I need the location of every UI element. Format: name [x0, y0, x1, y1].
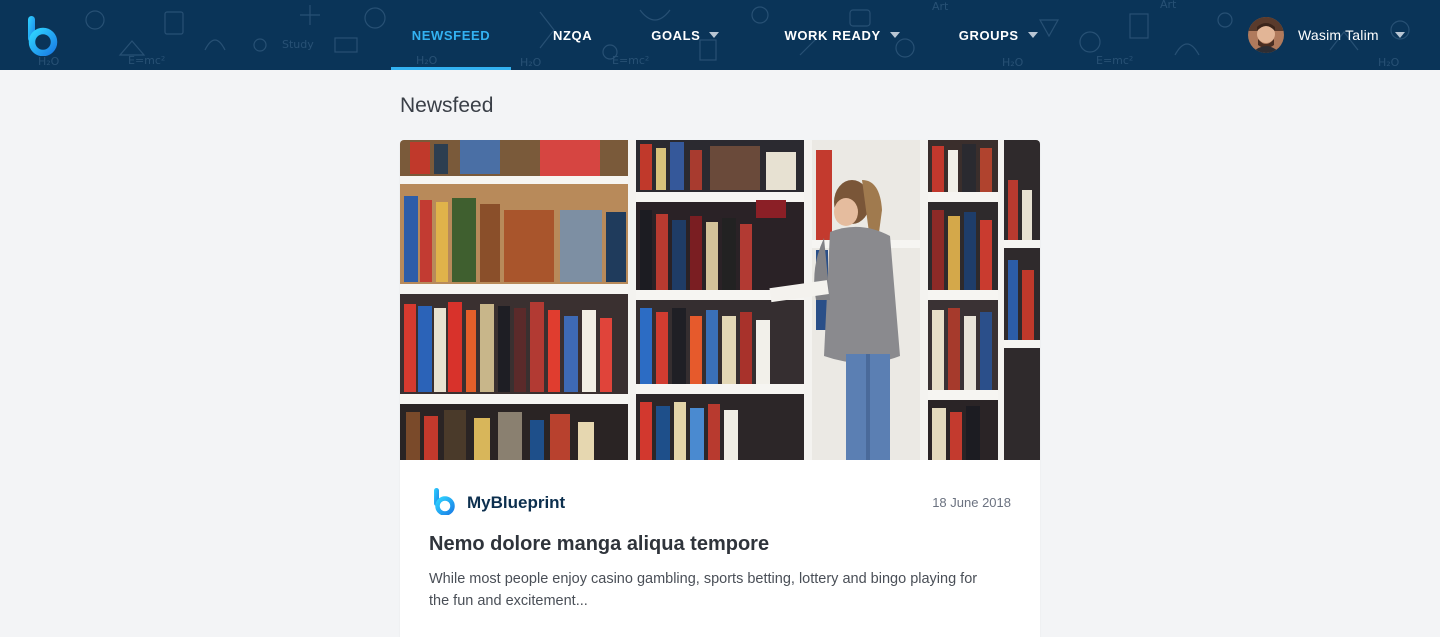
myblueprint-logo-icon: [434, 488, 455, 515]
svg-text:H₂O: H₂O: [1378, 56, 1400, 69]
nav-goals[interactable]: GOALS: [651, 0, 720, 70]
user-avatar-icon: [1248, 17, 1284, 53]
myblueprint-logo-icon[interactable]: [26, 14, 58, 56]
post-meta: MyBlueprint 18 June 2018: [429, 487, 1011, 515]
main-nav: NEWSFEED NZQA GOALS WORK READY GROUPS: [391, 0, 1038, 70]
post-date: 18 June 2018: [932, 495, 1011, 510]
nav-newsfeed-label: NEWSFEED: [411, 27, 491, 43]
nav-nzqa-label: NZQA: [553, 27, 593, 43]
chevron-down-icon: [1027, 32, 1038, 38]
chevron-down-icon: [889, 32, 900, 38]
nav-nzqa[interactable]: NZQA: [553, 0, 592, 70]
post-source-name[interactable]: MyBlueprint: [467, 493, 565, 513]
chevron-down-icon[interactable]: [1394, 32, 1405, 38]
svg-text:E=mc²: E=mc²: [1096, 54, 1133, 67]
post-cover-image[interactable]: [400, 140, 1040, 460]
post-title[interactable]: Nemo dolore manga aliqua tempore: [429, 533, 1011, 556]
nav-work-ready[interactable]: WORK READY: [784, 0, 900, 70]
user-menu[interactable]: Wasim Talim: [1248, 17, 1405, 53]
nav-groups[interactable]: GROUPS: [959, 0, 1038, 70]
chevron-down-icon: [709, 32, 720, 38]
nav-newsfeed[interactable]: NEWSFEED: [391, 0, 511, 70]
nav-goals-label: GOALS: [651, 27, 701, 43]
svg-text:E=mc²: E=mc²: [128, 54, 165, 67]
nav-groups-label: GROUPS: [958, 27, 1019, 43]
nav-work-ready-label: WORK READY: [784, 27, 881, 43]
svg-text:H₂O: H₂O: [38, 55, 60, 68]
newsfeed-post-card[interactable]: MyBlueprint 18 June 2018 Nemo dolore man…: [400, 140, 1040, 637]
avatar[interactable]: [1248, 17, 1284, 53]
page-title: Newsfeed: [400, 94, 494, 117]
svg-text:Art: Art: [1160, 0, 1177, 11]
top-navigation-bar: H₂O E=mc² Study H₂O H₂O E=mc² Art H₂O E=mc² A…: [0, 0, 1440, 70]
user-name: Wasim Talim: [1298, 27, 1379, 43]
svg-text:Study: Study: [282, 38, 314, 51]
post-excerpt: While most people enjoy casino gambling,…: [429, 571, 978, 609]
